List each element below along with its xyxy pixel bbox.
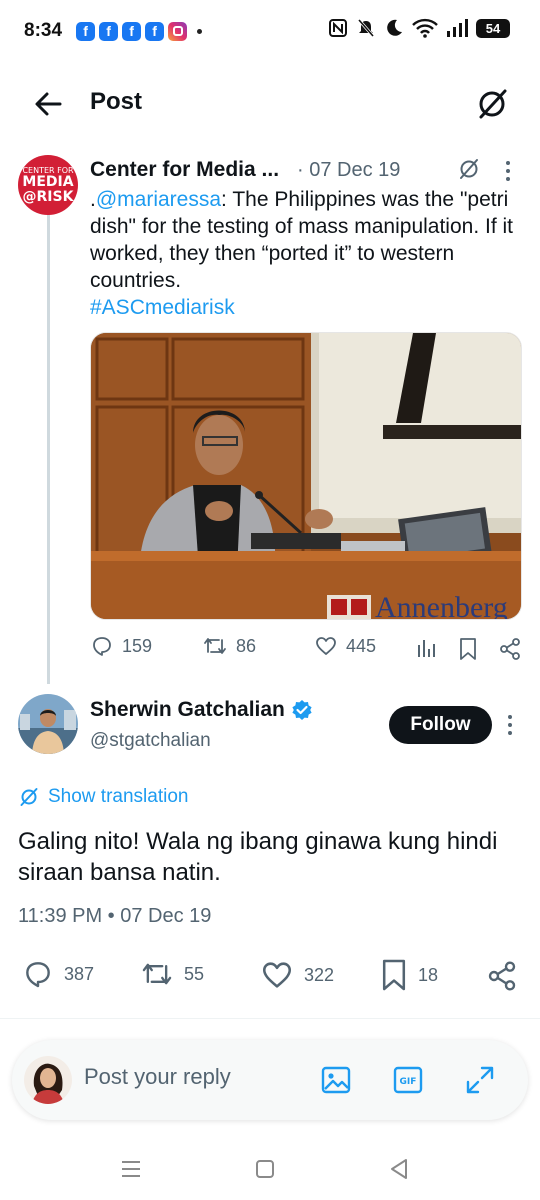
thread-connector (47, 214, 50, 684)
reply-button[interactable]: 159 (90, 634, 152, 658)
hashtag-link[interactable]: #ASCmediarisk (90, 296, 235, 319)
back-icon[interactable] (384, 1154, 414, 1184)
more-notifications-dot (197, 28, 203, 34)
follow-button[interactable]: Follow (389, 706, 492, 744)
retweet-icon (204, 638, 226, 654)
page-title: Post (90, 88, 143, 115)
mute-icon (357, 19, 375, 37)
notification-icons: f f f f (76, 21, 203, 41)
reply-icon (93, 637, 111, 656)
retweet-icon (142, 963, 172, 985)
image-icon[interactable] (318, 1062, 354, 1098)
author-name[interactable]: Center for Media ... (90, 158, 279, 182)
system-navigation-bar (0, 1140, 540, 1200)
tweet-text: Galing nito! Wala ng ibang ginawa kung h… (18, 828, 498, 886)
system-icons: 54 (328, 18, 510, 38)
share-icon[interactable] (498, 637, 522, 661)
status-bar: 8:34 f f f f 54 (0, 0, 540, 62)
gif-icon[interactable]: GIF (390, 1062, 426, 1098)
parent-tweet-header: Center for Media ... · 07 Dec 19 (90, 156, 530, 184)
avatar-photo (24, 1056, 72, 1104)
avatar-photo (18, 694, 78, 754)
translate-icon[interactable] (456, 156, 482, 182)
verified-badge-icon (292, 700, 312, 720)
author-name-row[interactable]: Sherwin Gatchalian (90, 698, 313, 722)
mention-link[interactable]: @mariaressa (96, 188, 221, 211)
battery-indicator: 54 (476, 18, 510, 38)
signal-icon (447, 19, 468, 37)
avatar[interactable] (18, 694, 78, 754)
reply-composer[interactable]: Post your reply GIF (12, 1040, 528, 1120)
tweet-text: .@mariaressa: The Philippines was the "p… (90, 188, 513, 319)
bookmark-icon[interactable] (458, 637, 478, 661)
nfc-icon (329, 19, 347, 37)
author-name[interactable]: Sherwin Gatchalian (90, 698, 285, 722)
parent-tweet-actions: 159 86 445 (90, 634, 530, 664)
more-options-icon[interactable] (498, 158, 518, 184)
facebook-icon: f (145, 21, 165, 41)
podium-sign-text: Annenberg (375, 591, 508, 620)
like-button[interactable]: 322 (260, 958, 334, 992)
translate-icon (20, 788, 38, 806)
recent-apps-icon[interactable] (116, 1154, 146, 1184)
tweet-timestamp[interactable]: 11:39 PM • 07 Dec 19 (18, 905, 211, 928)
home-icon[interactable] (250, 1154, 280, 1184)
instagram-icon (168, 21, 188, 41)
bookmark-icon (382, 959, 406, 991)
facebook-icon: f (122, 21, 142, 41)
speaker-at-podium-illustration: Annenberg (91, 333, 521, 620)
reply-icon (26, 962, 50, 988)
retweet-button[interactable]: 86 (202, 634, 256, 658)
status-time: 8:34 (24, 20, 63, 41)
like-button[interactable]: 445 (314, 634, 376, 658)
heart-icon (262, 962, 292, 988)
retweet-button[interactable]: 55 (140, 958, 204, 990)
main-tweet-actions: 387 55 322 18 (18, 958, 522, 998)
translate-icon[interactable] (472, 84, 512, 124)
bookmark-button[interactable]: 18 (380, 958, 438, 992)
expand-icon[interactable] (462, 1062, 498, 1098)
dnd-moon-icon (387, 19, 402, 36)
facebook-icon: f (76, 21, 96, 41)
author-handle[interactable]: @stgatchalian (90, 730, 211, 752)
back-arrow-icon[interactable] (30, 86, 66, 122)
tweet-media-image[interactable]: Annenberg (90, 332, 522, 620)
share-icon[interactable] (486, 960, 518, 992)
top-app-bar: Post (0, 72, 540, 136)
divider (0, 1018, 540, 1019)
facebook-icon: f (99, 21, 119, 41)
tweet-date[interactable]: · 07 Dec 19 (297, 159, 400, 182)
wifi-icon (412, 18, 438, 38)
heart-icon (316, 637, 336, 655)
svg-text:GIF: GIF (400, 1077, 417, 1087)
show-translation-link[interactable]: Show translation (18, 786, 188, 808)
more-options-icon[interactable] (500, 712, 520, 738)
avatar[interactable] (24, 1056, 72, 1104)
reply-button[interactable]: 387 (22, 958, 94, 990)
reply-input[interactable]: Post your reply (84, 1064, 231, 1090)
avatar[interactable]: CENTER FOR MEDIA @RISK (18, 155, 78, 215)
analytics-icon[interactable] (416, 637, 438, 659)
